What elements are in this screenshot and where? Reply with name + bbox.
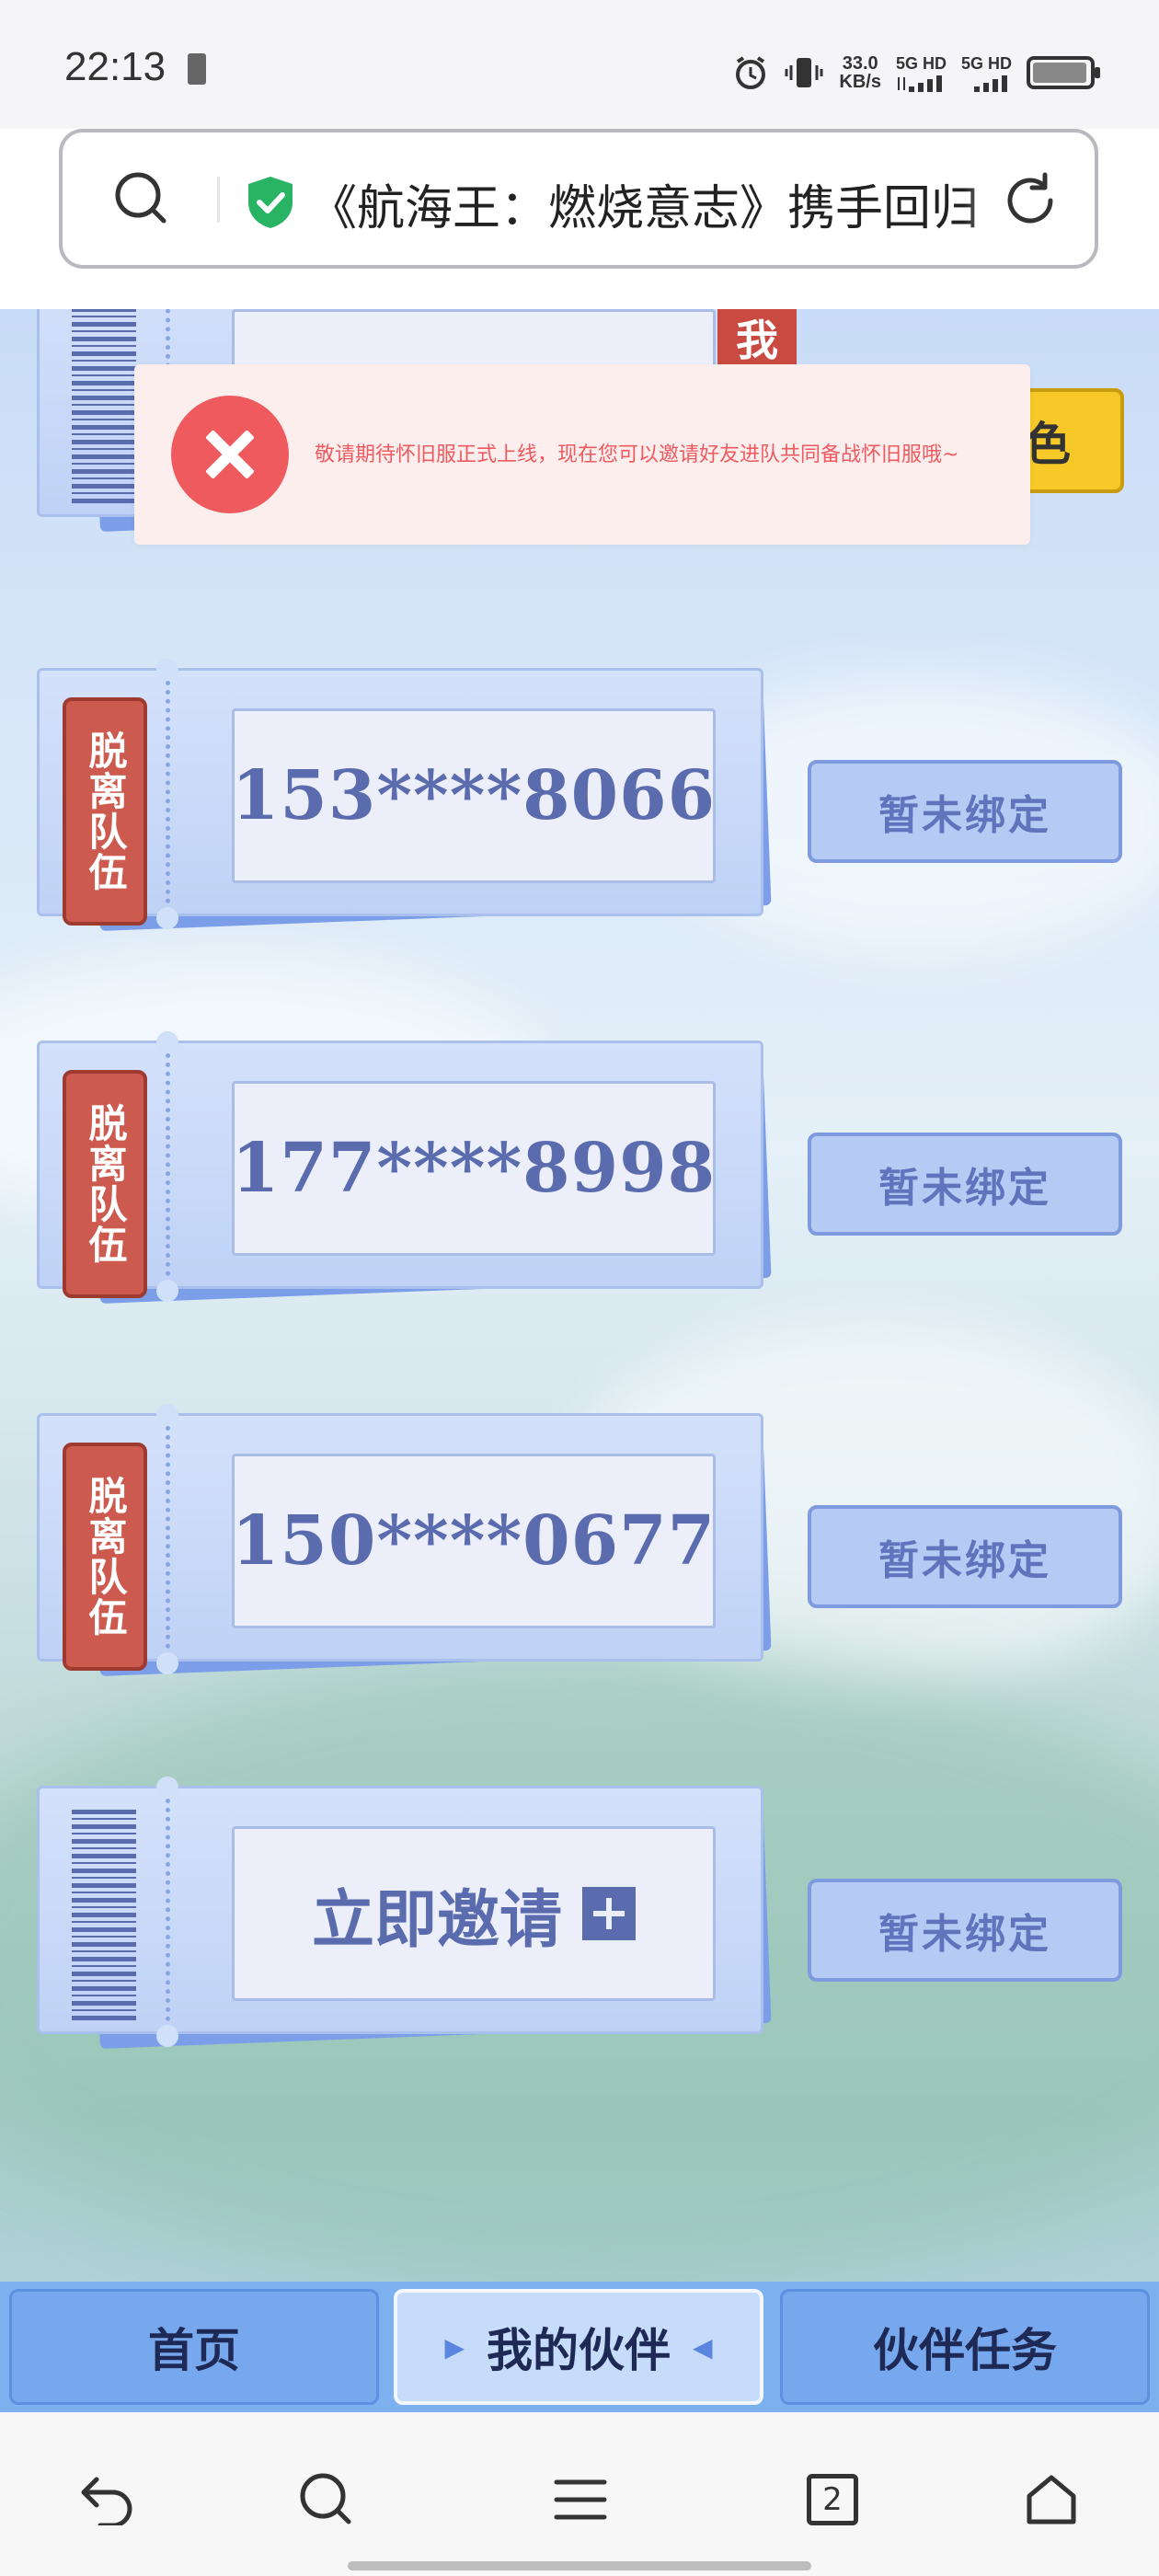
tab-partner-tasks[interactable]: 伙伴任务 xyxy=(780,2289,1150,2405)
status-indicators: 33.0 KB/s 5G HD 5G HD xyxy=(732,50,1100,96)
tabs-button[interactable]: 2 xyxy=(800,2467,865,2532)
back-button[interactable] xyxy=(75,2467,140,2532)
menu-button[interactable] xyxy=(548,2467,613,2532)
bind-status-button[interactable]: 暂未绑定 xyxy=(808,760,1122,863)
alarm-icon xyxy=(736,56,766,89)
member-phone: 150****0677 xyxy=(231,1501,717,1581)
signal-1: 5G HD xyxy=(896,54,947,92)
search-icon xyxy=(300,2473,351,2524)
signal-2: 5G HD xyxy=(961,54,1012,92)
sim-icon xyxy=(188,53,206,85)
member-phone-field: 153****8066 xyxy=(232,708,716,883)
arrow-left-icon: ◀ xyxy=(693,2331,713,2363)
leave-team-button[interactable]: 脱离队伍 xyxy=(63,697,147,926)
search-button[interactable] xyxy=(294,2467,359,2532)
back-icon xyxy=(81,2477,132,2525)
tab-count: 2 xyxy=(807,2474,858,2525)
home-button[interactable] xyxy=(1019,2467,1084,2532)
search-icon[interactable] xyxy=(112,169,171,228)
invite-button[interactable]: 立即邀请 xyxy=(312,1869,636,1960)
browser-nav-bar: 2 xyxy=(0,2412,1159,2576)
status-time: 22:13 xyxy=(64,44,166,89)
web-content: 我 色 脱离队伍 153****8066 暂未绑定 脱离队伍 177****89… xyxy=(0,309,1159,2412)
bind-status-button[interactable]: 暂未绑定 xyxy=(808,1505,1122,1608)
tab-home[interactable]: 首页 xyxy=(9,2289,379,2405)
leave-team-button[interactable]: 脱离队伍 xyxy=(63,1070,147,1298)
member-phone: 177****8998 xyxy=(231,1129,717,1208)
toast-message: 敬请期待怀旧服正式上线，现在您可以邀请好友进队共同备战怀旧服哦~ xyxy=(315,443,959,466)
member-ticket: 脱离队伍 153****8066 xyxy=(37,650,773,944)
secure-shield-icon xyxy=(248,177,293,228)
bind-status-button[interactable]: 暂未绑定 xyxy=(808,1133,1122,1236)
status-bar: 22:13 33.0 KB/s 5G HD 5G HD xyxy=(0,0,1159,129)
plus-icon xyxy=(582,1887,636,1940)
page-tab-bar: 首页 ▶ 我的伙伴 ◀ 伙伴任务 xyxy=(0,2282,1159,2412)
leave-team-button[interactable]: 脱离队伍 xyxy=(63,1443,147,1671)
tab-my-partners[interactable]: ▶ 我的伙伴 ◀ xyxy=(394,2289,763,2405)
error-toast: 敬请期待怀旧服正式上线，现在您可以邀请好友进队共同备战怀旧服哦~ xyxy=(134,364,1030,545)
network-speed: 33.0 KB/s xyxy=(839,53,881,92)
page-title[interactable]: 《航海王：燃烧意志》携手回归 xyxy=(309,169,1017,234)
signal-bars-icon xyxy=(898,75,943,92)
tab-label: 我的伙伴 xyxy=(487,2324,671,2377)
close-circle-icon xyxy=(171,396,289,513)
member-phone: 153****8066 xyxy=(231,756,717,835)
member-phone-field: 177****8998 xyxy=(232,1081,716,1256)
barcode-icon xyxy=(72,1810,136,2023)
address-bar[interactable]: 《航海王：燃烧意志》携手回归 xyxy=(59,129,1098,269)
signal-bars-icon xyxy=(974,75,1008,92)
reload-icon[interactable] xyxy=(997,167,1063,234)
arrow-right-icon: ▶ xyxy=(444,2331,465,2363)
member-phone-field: 150****0677 xyxy=(232,1454,716,1628)
invite-field[interactable]: 立即邀请 xyxy=(232,1826,716,2001)
invite-label: 立即邀请 xyxy=(311,1882,562,1957)
barcode-icon xyxy=(72,309,136,506)
divider xyxy=(217,177,220,223)
me-tag: 我 xyxy=(717,309,797,366)
invite-ticket[interactable]: 立即邀请 xyxy=(37,1767,773,2062)
menu-icon xyxy=(554,2479,607,2520)
battery-icon xyxy=(1027,56,1100,89)
home-indicator xyxy=(348,2561,811,2570)
home-icon xyxy=(1027,2475,1076,2524)
vibrate-icon xyxy=(785,58,823,87)
member-ticket: 脱离队伍 177****8998 xyxy=(37,1022,773,1317)
bind-status-button[interactable]: 暂未绑定 xyxy=(808,1879,1122,1982)
member-ticket: 脱离队伍 150****0677 xyxy=(37,1395,773,1689)
